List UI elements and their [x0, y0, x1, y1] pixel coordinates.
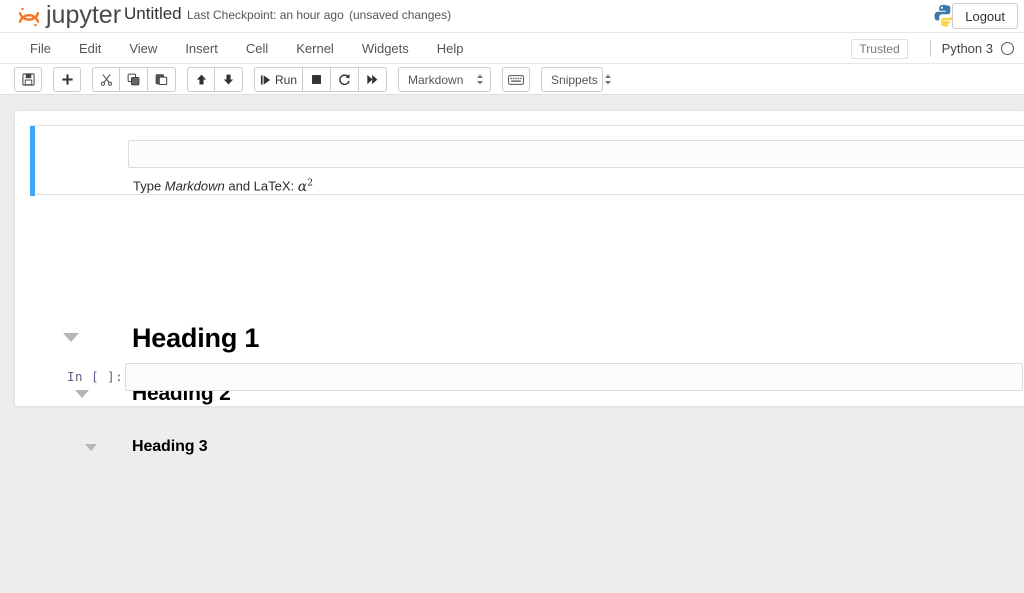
menu-item-widgets[interactable]: Widgets: [348, 33, 423, 64]
heading-3-caret-down-icon[interactable]: [85, 444, 97, 451]
snippets-label: Snippets: [551, 73, 598, 87]
kernel-idle-circle-icon[interactable]: [1001, 42, 1014, 55]
copy-icon: [127, 73, 140, 86]
chevron-updown-icon: [604, 74, 612, 85]
menu-item-help[interactable]: Help: [423, 33, 478, 64]
code-cell-input[interactable]: [125, 363, 1023, 391]
notebook-checkpoint-status: Last Checkpoint: an hour ago: [187, 8, 344, 22]
arrow-up-icon: [195, 73, 208, 86]
menu-bar: File Edit View Insert Cell Kernel Widget…: [0, 33, 1024, 64]
cell-type-select[interactable]: Markdown: [398, 67, 491, 92]
scissors-icon: [100, 73, 113, 86]
menu-item-insert[interactable]: Insert: [171, 33, 232, 64]
menubar-right-group: Trusted Python 3: [851, 33, 1014, 64]
app-header: jupyter Untitled Last Checkpoint: an hou…: [0, 0, 1024, 33]
kernel-name-label: Python 3: [942, 41, 993, 56]
stop-square-icon: [310, 73, 323, 86]
move-cell-down-button[interactable]: [215, 67, 243, 92]
trusted-badge[interactable]: Trusted: [851, 39, 907, 59]
menubar-divider: [930, 40, 931, 57]
command-palette-button[interactable]: [502, 67, 530, 92]
toolbar-buttons: Run: [14, 64, 614, 95]
markdown-cell[interactable]: Type Markdown and LaTeX: α2: [30, 125, 1024, 195]
run-cell-button[interactable]: Run: [254, 67, 303, 92]
insert-cell-below-button[interactable]: [53, 67, 81, 92]
toolbar-group-move: [187, 67, 243, 92]
placeholder-prefix: Type: [133, 179, 165, 194]
move-cell-up-button[interactable]: [187, 67, 215, 92]
latex-alpha-exponent: 2: [307, 178, 313, 188]
markdown-cell-input[interactable]: [128, 140, 1024, 168]
copy-cell-button[interactable]: [120, 67, 148, 92]
fast-forward-icon: [366, 73, 379, 86]
jupyter-logo-link[interactable]: jupyter: [16, 0, 121, 33]
restart-circular-arrow-icon: [338, 73, 351, 86]
restart-and-run-all-button[interactable]: [359, 67, 387, 92]
paste-cell-button[interactable]: [148, 67, 176, 92]
chevron-updown-icon: [476, 74, 484, 85]
jupyter-wordmark: jupyter: [46, 3, 121, 28]
arrow-down-icon: [222, 73, 235, 86]
placeholder-markdown-word: Markdown: [165, 179, 225, 194]
notebook-modified-status: (unsaved changes): [349, 8, 451, 22]
floppy-disk-icon: [22, 73, 35, 86]
toolbar-group-save: [14, 67, 42, 92]
toolbar-group-clipboard: [92, 67, 176, 92]
plus-icon: [61, 73, 74, 86]
menu-item-kernel[interactable]: Kernel: [282, 33, 348, 64]
markdown-placeholder-text: Type Markdown and LaTeX: α2: [133, 178, 313, 195]
placeholder-mid: and LaTeX:: [225, 179, 298, 194]
heading-3-text[interactable]: Heading 3: [132, 438, 208, 456]
logout-button[interactable]: Logout: [952, 3, 1018, 29]
keyboard-icon: [508, 74, 524, 86]
toolbar-group-run: Run: [254, 67, 387, 92]
jupyter-logo-icon: [16, 4, 42, 30]
cut-cell-button[interactable]: [92, 67, 120, 92]
cell-type-value: Markdown: [408, 73, 463, 87]
heading-1-text[interactable]: Heading 1: [132, 323, 259, 354]
latex-alpha-base: α: [298, 179, 307, 195]
notebook-name[interactable]: Untitled: [124, 4, 182, 24]
paste-icon: [155, 73, 168, 86]
notebook-container: Type Markdown and LaTeX: α2 Heading 1 He…: [14, 110, 1024, 407]
run-button-label: Run: [275, 73, 297, 87]
toolbar-group-palette: [502, 67, 530, 92]
interrupt-kernel-button[interactable]: [303, 67, 331, 92]
code-cell[interactable]: In [ ]:: [15, 361, 1024, 403]
code-cell-prompt: In [ ]:: [67, 369, 123, 384]
notebook-toolbar: Run: [0, 64, 1024, 95]
placeholder-latex-alpha: α2: [298, 179, 313, 195]
toolbar-group-insert: [53, 67, 81, 92]
menu-item-edit[interactable]: Edit: [65, 33, 115, 64]
menu-item-view[interactable]: View: [115, 33, 171, 64]
save-button[interactable]: [14, 67, 42, 92]
run-icon: [260, 74, 271, 86]
selected-cell-indicator-bar: [30, 126, 35, 196]
restart-kernel-button[interactable]: [331, 67, 359, 92]
menu-items-list: File Edit View Insert Cell Kernel Widget…: [16, 33, 478, 64]
menu-item-file[interactable]: File: [16, 33, 65, 64]
menu-item-cell[interactable]: Cell: [232, 33, 282, 64]
snippets-select[interactable]: Snippets: [541, 67, 603, 92]
heading-1-caret-down-icon[interactable]: [63, 333, 79, 342]
